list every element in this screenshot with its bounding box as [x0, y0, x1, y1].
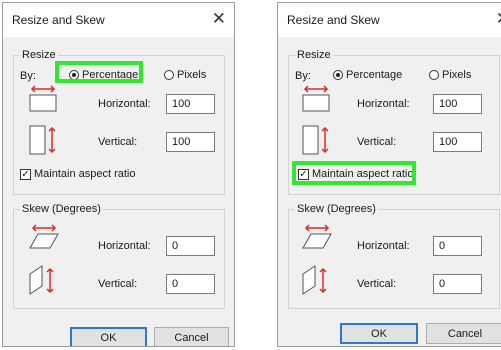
- skew-vertical-input[interactable]: 0: [433, 274, 482, 294]
- horizontal-input[interactable]: 100: [166, 94, 215, 114]
- horizontal-label: Horizontal:: [357, 98, 410, 110]
- radio-circle: [429, 70, 439, 80]
- cancel-button[interactable]: Cancel: [426, 323, 501, 344]
- skew-horizontal-icon: [302, 224, 332, 249]
- ok-button[interactable]: OK: [340, 323, 418, 344]
- dialog-title: Resize and Skew: [12, 13, 105, 27]
- pixels-label: Pixels: [177, 69, 207, 81]
- by-label: By:: [295, 70, 311, 82]
- skew-vertical-icon: [29, 265, 54, 295]
- maintain-aspect-label: Maintain aspect ratio: [34, 168, 136, 180]
- title-bar: Resize and Skew ✕: [278, 3, 501, 37]
- percentage-label: Percentage: [346, 69, 403, 81]
- vertical-label: Vertical:: [98, 136, 138, 148]
- resize-legend: Resize: [295, 49, 333, 61]
- horizontal-label: Horizontal:: [98, 98, 151, 110]
- pixels-radio[interactable]: Pixels: [164, 69, 206, 81]
- skew-horizontal-label: Horizontal:: [357, 240, 410, 252]
- skew-horizontal-label: Horizontal:: [98, 240, 151, 252]
- percentage-highlight: [55, 61, 143, 83]
- close-icon[interactable]: ✕: [496, 9, 501, 29]
- by-label: By:: [20, 70, 36, 82]
- skew-vertical-label: Vertical:: [357, 278, 397, 290]
- vertical-input[interactable]: 100: [166, 132, 215, 152]
- skew-group: Skew (Degrees) Horizontal: 0 Vertical: 0: [288, 203, 500, 309]
- skew-vertical-label: Vertical:: [98, 278, 138, 290]
- radio-circle: [333, 70, 343, 80]
- skew-horizontal-icon: [29, 224, 59, 249]
- pixels-label: Pixels: [442, 69, 472, 81]
- skew-legend: Skew (Degrees): [295, 203, 378, 215]
- vertical-input[interactable]: 100: [433, 132, 482, 152]
- resize-legend: Resize: [20, 49, 58, 61]
- maintain-aspect-highlight: [292, 161, 416, 185]
- skew-horizontal-input[interactable]: 0: [166, 236, 215, 256]
- title-bar: Resize and Skew ✕: [3, 3, 234, 37]
- radio-dot: [336, 73, 340, 77]
- resize-skew-dialog-left: Resize and Skew ✕ Resize By: Percentage …: [2, 2, 235, 347]
- resize-vertical-icon: [29, 125, 56, 155]
- cancel-button[interactable]: Cancel: [154, 327, 229, 346]
- resize-skew-dialog-right: Resize and Skew ✕ Resize By: Percentage …: [277, 2, 501, 347]
- skew-vertical-icon: [302, 265, 327, 295]
- radio-circle: [164, 70, 174, 80]
- checkbox-box: ✓: [20, 168, 31, 180]
- ok-button[interactable]: OK: [70, 327, 147, 346]
- dialog-title: Resize and Skew: [287, 13, 380, 27]
- vertical-label: Vertical:: [357, 136, 397, 148]
- pixels-radio[interactable]: Pixels: [429, 69, 471, 81]
- resize-horizontal-icon: [302, 85, 330, 112]
- skew-vertical-input[interactable]: 0: [166, 274, 215, 294]
- skew-horizontal-input[interactable]: 0: [433, 236, 482, 256]
- percentage-radio[interactable]: Percentage: [333, 69, 402, 81]
- resize-vertical-icon: [302, 125, 329, 155]
- close-icon[interactable]: ✕: [212, 9, 226, 29]
- maintain-aspect-checkbox[interactable]: ✓ Maintain aspect ratio: [20, 168, 136, 180]
- skew-legend: Skew (Degrees): [20, 203, 103, 215]
- resize-horizontal-icon: [29, 85, 57, 112]
- horizontal-input[interactable]: 100: [433, 94, 482, 114]
- skew-group: Skew (Degrees) Horizontal: 0 Vertical: 0: [13, 203, 225, 309]
